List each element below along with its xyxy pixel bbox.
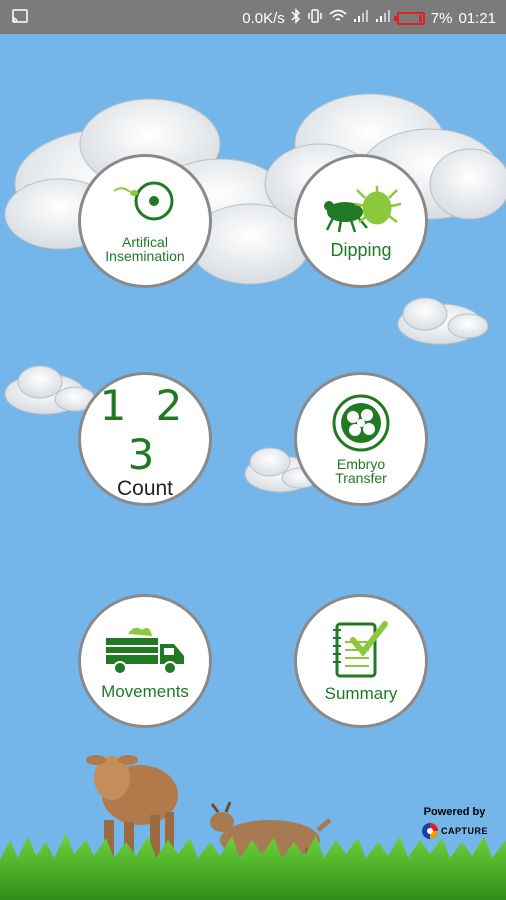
truck-icon <box>106 627 184 675</box>
checklist-icon <box>333 621 388 678</box>
summary-label: Summary <box>324 684 398 703</box>
movements-button[interactable]: Movements <box>78 594 212 728</box>
battery-percent: 7% <box>430 9 453 27</box>
embryo-icon <box>332 394 390 452</box>
dipping-button[interactable]: Dipping <box>294 154 428 288</box>
ai-label-line2: Insemination <box>105 248 185 264</box>
tick-flea-icon <box>324 186 402 233</box>
status-bar: 0.0K/s 7% 01:21 <box>0 0 506 34</box>
signal-icon <box>375 9 391 27</box>
network-speed: 0.0K/s <box>242 9 285 27</box>
capture-logo-icon <box>421 823 438 839</box>
embryo-label-line2: Transfer <box>335 470 387 486</box>
clock: 01:21 <box>458 9 496 27</box>
powered-by-text: Powered by <box>423 806 486 818</box>
ai-label-line1: Artifical <box>122 234 168 250</box>
grass-strip <box>0 834 506 900</box>
battery-icon <box>393 11 425 25</box>
movements-label: Movements <box>101 682 189 701</box>
wifi-icon <box>329 9 347 27</box>
embryo-label-line1: Embryo <box>336 456 386 472</box>
capture-brand-text: CAPTURE <box>440 826 488 836</box>
cast-icon <box>12 9 28 27</box>
vibrate-icon <box>307 8 323 28</box>
sperm-egg-icon <box>113 181 174 221</box>
count-digits-icon: 1 2 3 <box>99 381 191 479</box>
powered-by-badge: Powered by CAPTURE <box>421 806 488 840</box>
artificial-insemination-button[interactable]: Artifical Insemination <box>78 154 212 288</box>
summary-button[interactable]: Summary <box>294 594 428 728</box>
count-button[interactable]: 1 2 3 Count <box>78 372 212 506</box>
signal-icon <box>353 9 369 27</box>
capture-logo[interactable]: CAPTURE <box>421 822 488 840</box>
dipping-label: Dipping <box>330 240 392 260</box>
bluetooth-icon <box>291 8 301 28</box>
embryo-transfer-button[interactable]: Embryo Transfer <box>294 372 428 506</box>
count-label: Count <box>116 477 174 500</box>
